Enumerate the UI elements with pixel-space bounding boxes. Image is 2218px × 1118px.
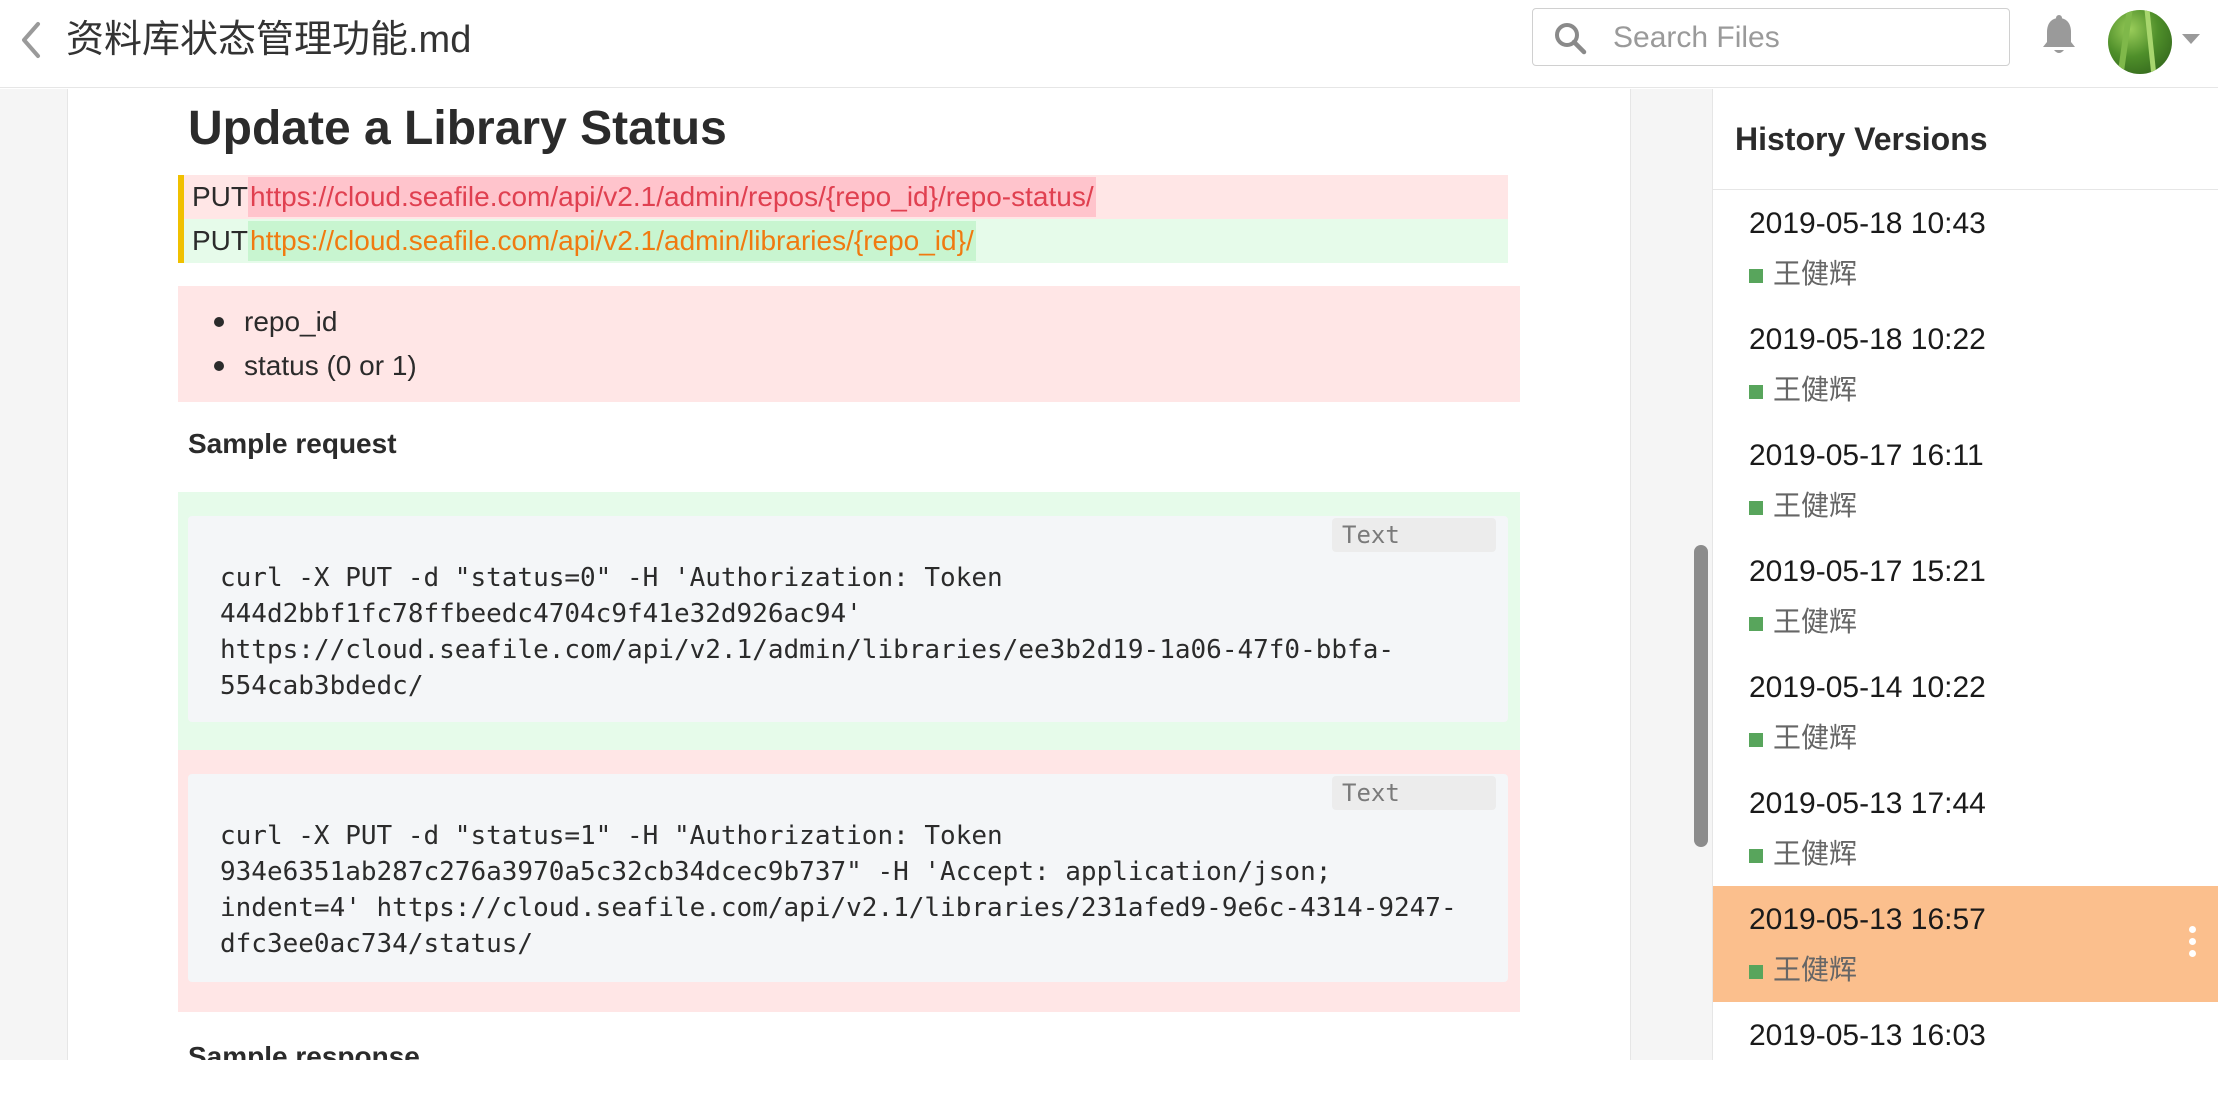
author-name: 王健辉 bbox=[1773, 954, 1858, 985]
history-version-item[interactable]: 2019-05-18 10:22 王健辉 bbox=[1713, 306, 2218, 422]
version-date: 2019-05-18 10:43 bbox=[1749, 207, 1986, 240]
code-block-inserted: Text curl -X PUT -d "status=0" -H 'Autho… bbox=[178, 492, 1520, 750]
version-date: 2019-05-17 15:21 bbox=[1749, 555, 1986, 588]
sidebar-title: History Versions bbox=[1735, 121, 1988, 157]
http-method: PUT bbox=[192, 181, 248, 212]
list-item: repo_id bbox=[213, 302, 337, 342]
author-name: 王健辉 bbox=[1773, 374, 1858, 405]
version-date: 2019-05-14 10:22 bbox=[1749, 671, 1986, 704]
version-date: 2019-05-13 16:03 bbox=[1749, 1019, 1986, 1052]
document-view: Update a Library Status PUT https://clou… bbox=[68, 89, 1630, 1060]
more-vertical-icon[interactable] bbox=[2189, 926, 2197, 962]
code-block-deleted: Text curl -X PUT -d "status=1" -H "Autho… bbox=[178, 750, 1520, 1012]
author-name: 王健辉 bbox=[1773, 606, 1858, 637]
endpoint-url: https://cloud.seafile.com/api/v2.1/admin… bbox=[248, 177, 1096, 217]
history-version-item[interactable]: 2019-05-17 16:11 王健辉 bbox=[1713, 422, 2218, 538]
code-language-label[interactable]: Text bbox=[1332, 518, 1496, 552]
endpoint-deleted: PUT https://cloud.seafile.com/api/v2.1/a… bbox=[178, 175, 1508, 219]
history-version-item[interactable]: 2019-05-13 16:03 bbox=[1713, 1002, 2218, 1118]
left-gutter bbox=[0, 89, 68, 1060]
code-block: Text curl -X PUT -d "status=1" -H "Autho… bbox=[188, 774, 1508, 982]
bell-icon[interactable] bbox=[2038, 14, 2080, 58]
author-marker bbox=[1749, 965, 1763, 979]
code-line: 444d2bbf1fc78ffbeedc4704c9f41e32d926ac94… bbox=[220, 599, 862, 629]
author-marker bbox=[1749, 733, 1763, 747]
avatar[interactable] bbox=[2108, 10, 2172, 74]
top-header: 资料库状态管理功能.md Search Files bbox=[0, 0, 2218, 88]
author-marker bbox=[1749, 617, 1763, 631]
sample-response-heading: Sample response bbox=[188, 1041, 420, 1060]
code-line: https://cloud.seafile.com/api/v2.1/admin… bbox=[220, 635, 1394, 665]
author-marker bbox=[1749, 501, 1763, 515]
search-input[interactable]: Search Files bbox=[1613, 21, 1780, 55]
author-marker bbox=[1749, 385, 1763, 399]
search-box[interactable]: Search Files bbox=[1532, 8, 2010, 66]
version-date: 2019-05-13 17:44 bbox=[1749, 787, 1986, 820]
file-title: 资料库状态管理功能.md bbox=[66, 19, 472, 61]
history-version-item-active[interactable]: 2019-05-13 16:57 王健辉 bbox=[1713, 886, 2218, 1002]
code-block: Text curl -X PUT -d "status=0" -H 'Autho… bbox=[188, 516, 1508, 722]
author-marker bbox=[1749, 849, 1763, 863]
history-version-item[interactable]: 2019-05-13 17:44 王健辉 bbox=[1713, 770, 2218, 886]
version-date: 2019-05-18 10:22 bbox=[1749, 323, 1986, 356]
search-icon bbox=[1555, 23, 1587, 55]
list-item: status (0 or 1) bbox=[214, 346, 417, 386]
code-line: dfc3ee0ac734/status/ bbox=[220, 929, 534, 959]
version-date: 2019-05-13 16:57 bbox=[1749, 903, 1986, 936]
code-line: curl -X PUT -d "status=0" -H 'Authorizat… bbox=[220, 563, 1003, 593]
history-version-item[interactable]: 2019-05-17 15:21 王健辉 bbox=[1713, 538, 2218, 654]
version-date: 2019-05-17 16:11 bbox=[1749, 439, 1984, 472]
author-name: 王健辉 bbox=[1773, 838, 1858, 869]
code-line: 934e6351ab287c276a3970a5c32cb34dcec9b737… bbox=[220, 857, 1332, 887]
history-version-item[interactable]: 2019-05-18 10:43 王健辉 bbox=[1713, 190, 2218, 306]
author-name: 王健辉 bbox=[1773, 722, 1858, 753]
author-name: 王健辉 bbox=[1773, 258, 1858, 289]
http-method: PUT bbox=[192, 225, 248, 256]
code-language-label[interactable]: Text bbox=[1332, 776, 1496, 810]
section-heading: Update a Library Status bbox=[188, 102, 727, 155]
endpoint-inserted: PUT https://cloud.seafile.com/api/v2.1/a… bbox=[178, 219, 1508, 263]
chevron-down-icon[interactable] bbox=[2182, 34, 2200, 44]
chevron-left-icon[interactable] bbox=[16, 18, 46, 62]
author-name: 王健辉 bbox=[1773, 490, 1858, 521]
history-version-item[interactable]: 2019-05-14 10:22 王健辉 bbox=[1713, 654, 2218, 770]
params-list: repo_id status (0 or 1) bbox=[178, 286, 1520, 402]
author-marker bbox=[1749, 269, 1763, 283]
code-line: 554cab3bdedc/ bbox=[220, 671, 424, 701]
code-line: curl -X PUT -d "status=1" -H "Authorizat… bbox=[220, 821, 1003, 851]
code-line: indent=4' https://cloud.seafile.com/api/… bbox=[220, 893, 1457, 923]
endpoint-url: https://cloud.seafile.com/api/v2.1/admin… bbox=[248, 221, 976, 261]
scrollbar-thumb[interactable] bbox=[1694, 545, 1708, 847]
sample-request-heading: Sample request bbox=[188, 428, 397, 459]
history-sidebar: History Versions 2019-05-18 10:43 王健辉 20… bbox=[1712, 89, 2218, 1060]
